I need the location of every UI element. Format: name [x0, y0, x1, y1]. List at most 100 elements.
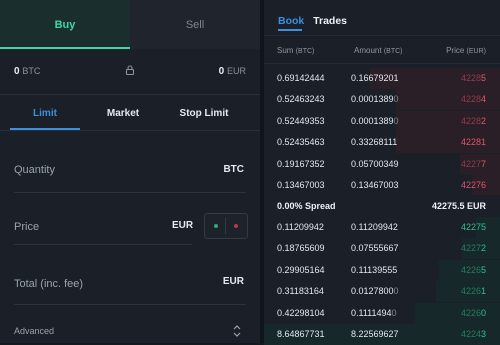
- ask-amount: 0.05700349: [351, 158, 399, 169]
- quantity-underline: [14, 192, 246, 193]
- price-last-digit: 0: [480, 307, 486, 318]
- stepper-separator: [225, 218, 226, 234]
- ask-row[interactable]: 0.52435463 0.33268111 42281: [264, 132, 500, 154]
- ask-row[interactable]: 0.19167352 0.05700349 42277: [264, 153, 500, 175]
- spread-label: 0.00% Spread: [277, 201, 336, 211]
- ask-sum: 0.52435463: [277, 137, 325, 148]
- price-underline: [14, 244, 192, 245]
- quantity-input[interactable]: [14, 152, 246, 188]
- price-stepper[interactable]: [204, 213, 248, 239]
- tab-market[interactable]: Market: [88, 96, 158, 130]
- buy-tab-label: Buy: [54, 18, 76, 31]
- lock-icon[interactable]: [124, 64, 136, 76]
- balance-eur-currency: EUR: [226, 66, 246, 76]
- amount-trailing-zero: 0: [391, 307, 397, 318]
- bid-amount: 0.07555667: [351, 243, 399, 254]
- divider: [0, 94, 260, 95]
- bid-row[interactable]: 0.29905164 0.11139555 42265: [264, 259, 500, 281]
- bid-row[interactable]: 8.64867731 8.22569627 42243: [264, 324, 500, 345]
- ask-row[interactable]: 0.69142444 0.16679201 42285: [264, 68, 500, 89]
- price-prefix: 4228: [460, 73, 481, 83]
- column-header-price: Price (EUR): [446, 46, 486, 55]
- tab-limit-label: Limit: [33, 107, 57, 119]
- order-type-tabs: Limit Market Stop Limit: [0, 96, 260, 130]
- bid-price: 42265: [461, 265, 486, 275]
- price-last-digit: 1: [480, 286, 486, 297]
- ask-price: 42282: [461, 116, 486, 126]
- price-prefix: 4226: [460, 286, 481, 297]
- ask-sum: 0.52463243: [277, 94, 325, 105]
- header-price-label: Price: [446, 46, 465, 55]
- amount-trailing-zero: 0: [393, 94, 399, 105]
- ask-amount: 0.00013890: [351, 115, 399, 126]
- header-amount-label: Amount: [354, 46, 382, 55]
- balance-eur-value: 0: [218, 66, 225, 77]
- price-last-digit: 2: [480, 115, 486, 126]
- tab-limit[interactable]: Limit: [10, 96, 80, 130]
- bid-amount: 0.01278000: [351, 286, 399, 297]
- bid-sum: 0.18765609: [277, 243, 325, 254]
- ask-amount: 0.00013890: [351, 94, 399, 105]
- bid-sum: 8.64867731: [277, 329, 325, 339]
- advanced-toggle[interactable]: Advanced: [14, 326, 54, 336]
- total-underline: [14, 304, 246, 305]
- bid-price: 42260: [461, 308, 486, 318]
- header-price-unit: (EUR): [466, 48, 486, 55]
- increment-icon[interactable]: [214, 224, 218, 228]
- column-header-sum: Sum (BTC): [277, 46, 314, 55]
- buy-tab[interactable]: Buy: [0, 0, 130, 49]
- price-last-digit: 5: [480, 73, 486, 83]
- header-amount-unit: (BTC): [383, 48, 403, 55]
- ask-sum: 0.13467003: [277, 180, 325, 190]
- ask-row[interactable]: 0.52449353 0.00013890 42282: [264, 110, 500, 132]
- sell-tab[interactable]: Sell: [130, 0, 260, 49]
- bid-amount: 0.11209942: [351, 222, 398, 232]
- side-tabs: Buy Sell: [0, 0, 260, 49]
- bid-row[interactable]: 0.42298104 0.11114940 42260: [264, 302, 500, 324]
- price-prefix: 4226: [460, 264, 481, 275]
- ask-price: 42285: [461, 73, 486, 83]
- bid-row[interactable]: 0.11209942 0.11209942 42275: [264, 217, 500, 238]
- balances-row: 0 BTC 0 EUR: [0, 49, 260, 93]
- bid-amount: 8.22569627: [351, 329, 399, 339]
- tab-stop-limit-label: Stop Limit: [179, 107, 229, 119]
- order-book-panel: Book Trades Sum (BTC) Amount (BTC) Price…: [264, 0, 500, 345]
- ask-row[interactable]: 0.52463243 0.00013890 42284: [264, 89, 500, 111]
- total-input[interactable]: [14, 264, 246, 300]
- column-header-amount: Amount (BTC): [354, 46, 402, 55]
- price-last-digit: 4: [480, 94, 486, 105]
- bid-sum: 0.11209942: [277, 222, 324, 232]
- tab-trades[interactable]: Trades: [313, 15, 347, 27]
- ask-sum: 0.19167352: [277, 158, 325, 169]
- price-prefix: 42281: [460, 137, 486, 148]
- bid-price: 42261: [461, 286, 486, 296]
- bid-depth-bar: [415, 302, 500, 324]
- amount-trailing-zero: 0: [393, 115, 399, 126]
- ask-price: 42284: [461, 94, 486, 104]
- tab-book-underline: [278, 29, 302, 31]
- ask-amount: 0.16679201: [351, 73, 399, 83]
- balance-eur: 0 EUR: [219, 66, 246, 77]
- ask-price: 42277: [461, 159, 486, 169]
- spread-row: 0.00% Spread 42275.5 EUR: [264, 195, 500, 217]
- bid-price: 42272: [461, 243, 486, 253]
- tab-stop-limit[interactable]: Stop Limit: [168, 96, 240, 130]
- ask-sum: 0.69142444: [277, 73, 325, 83]
- book-tabs: Book Trades: [278, 15, 353, 27]
- ask-amount: 0.13467003: [351, 180, 399, 190]
- bid-row[interactable]: 0.31183164 0.01278000 42261: [264, 281, 500, 303]
- price-prefix: 4226: [460, 307, 481, 318]
- ask-row[interactable]: 0.13467003 0.13467003 42276: [264, 175, 500, 196]
- price-last-digit: 7: [480, 158, 486, 169]
- price-prefix: 4227: [460, 243, 481, 254]
- price-prefix: 42276: [460, 180, 486, 190]
- bid-amount: 0.11139555: [351, 264, 398, 275]
- price-last-digit: 5: [480, 264, 486, 275]
- bid-row[interactable]: 0.18765609 0.07555667 42272: [264, 238, 500, 260]
- price-input[interactable]: [14, 208, 194, 244]
- ask-price: 42276: [461, 180, 486, 190]
- tab-book[interactable]: Book: [278, 15, 304, 27]
- expand-collapse-icon[interactable]: [232, 324, 242, 338]
- bid-price: 42275: [461, 222, 486, 232]
- decrement-icon[interactable]: [234, 224, 238, 228]
